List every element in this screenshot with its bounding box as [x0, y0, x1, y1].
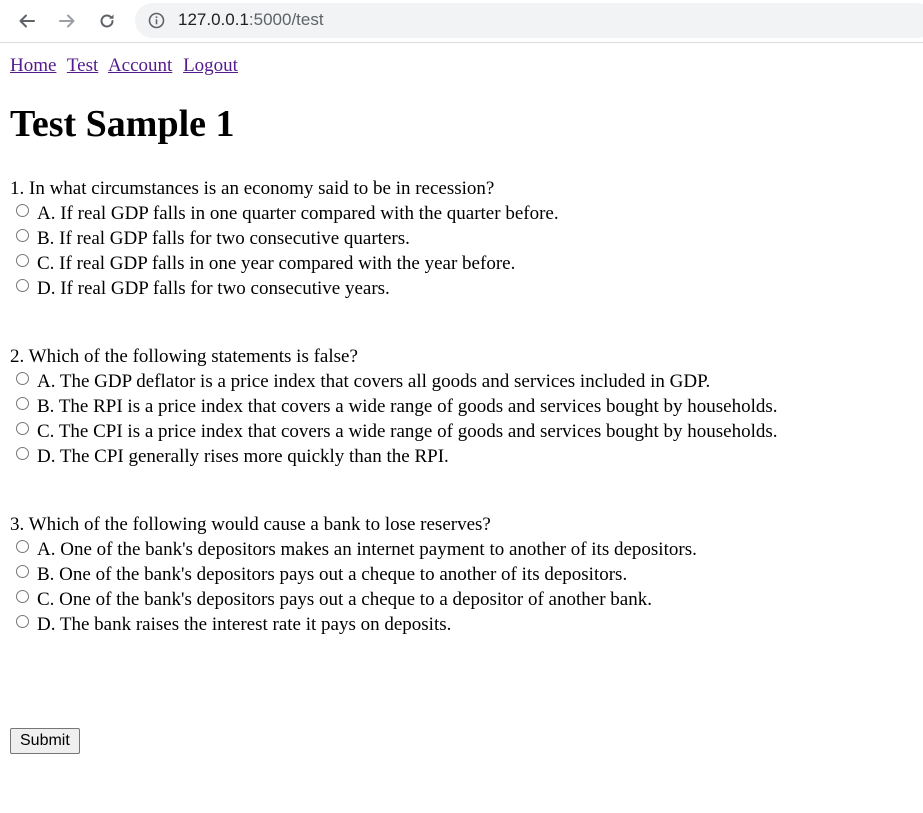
- radio-button[interactable]: [16, 397, 29, 410]
- question-2-option-a[interactable]: A. The GDP deflator is a price index tha…: [10, 369, 923, 394]
- question-3: 3. Which of the following would cause a …: [10, 512, 923, 637]
- question-1-text: 1. In what circumstances is an economy s…: [10, 178, 495, 199]
- arrow-left-icon: [19, 14, 35, 28]
- radio-button[interactable]: [16, 565, 29, 578]
- radio-button[interactable]: [16, 204, 29, 217]
- nav-link-test[interactable]: Test: [67, 55, 98, 76]
- reload-button[interactable]: [93, 7, 121, 35]
- question-1-option-d[interactable]: D. If real GDP falls for two consecutive…: [10, 276, 923, 301]
- radio-button[interactable]: [16, 372, 29, 385]
- reload-icon: [100, 14, 114, 28]
- submit-button[interactable]: Submit: [10, 728, 80, 754]
- page-content: Home Test Account Logout Test Sample 1 1…: [10, 44, 923, 813]
- question-1: 1. In what circumstances is an economy s…: [10, 176, 923, 301]
- option-label: A. One of the bank's depositors makes an…: [37, 539, 697, 560]
- question-2: 2. Which of the following statements is …: [10, 344, 923, 469]
- page-title: Test Sample 1: [10, 103, 235, 145]
- question-2-option-b[interactable]: B. The RPI is a price index that covers …: [10, 394, 923, 419]
- question-1-option-b[interactable]: B. If real GDP falls for two consecutive…: [10, 226, 923, 251]
- radio-button[interactable]: [16, 279, 29, 292]
- radio-button[interactable]: [16, 447, 29, 460]
- option-label: A. If real GDP falls in one quarter comp…: [37, 203, 559, 224]
- question-2-text: 2. Which of the following statements is …: [10, 346, 358, 367]
- radio-button[interactable]: [16, 615, 29, 628]
- option-label: C. If real GDP falls in one year compare…: [37, 253, 516, 274]
- browser-toolbar: 127.0.0.1:5000/test: [0, 0, 923, 43]
- radio-button[interactable]: [16, 540, 29, 553]
- option-label: B. If real GDP falls for two consecutive…: [37, 228, 410, 249]
- back-button[interactable]: [13, 7, 41, 35]
- url-text[interactable]: 127.0.0.1:5000/test: [178, 10, 324, 30]
- url-host: 127.0.0.1: [178, 10, 249, 29]
- radio-button[interactable]: [16, 422, 29, 435]
- option-label: B. The RPI is a price index that covers …: [37, 396, 778, 417]
- question-2-option-d[interactable]: D. The CPI generally rises more quickly …: [10, 444, 923, 469]
- option-label: D. If real GDP falls for two consecutive…: [37, 278, 390, 299]
- question-3-text: 3. Which of the following would cause a …: [10, 514, 491, 535]
- arrow-right-icon: [59, 14, 75, 28]
- url-path: :5000/test: [248, 10, 324, 29]
- nav-link-home[interactable]: Home: [10, 55, 56, 76]
- nav-link-account[interactable]: Account: [108, 55, 172, 76]
- option-label: A. The GDP deflator is a price index tha…: [37, 371, 711, 392]
- question-1-option-a[interactable]: A. If real GDP falls in one quarter comp…: [10, 201, 923, 226]
- question-3-option-b[interactable]: B. One of the bank's depositors pays out…: [10, 562, 923, 587]
- question-3-option-a[interactable]: A. One of the bank's depositors makes an…: [10, 537, 923, 562]
- radio-button[interactable]: [16, 254, 29, 267]
- address-bar[interactable]: 127.0.0.1:5000/test: [135, 3, 923, 38]
- forward-button[interactable]: [53, 7, 81, 35]
- question-3-option-d[interactable]: D. The bank raises the interest rate it …: [10, 612, 923, 637]
- question-3-option-c[interactable]: C. One of the bank's depositors pays out…: [10, 587, 923, 612]
- top-nav: Home Test Account Logout: [10, 54, 923, 78]
- radio-button[interactable]: [16, 229, 29, 242]
- nav-link-logout[interactable]: Logout: [183, 55, 238, 76]
- option-label: C. The CPI is a price index that covers …: [37, 421, 778, 442]
- question-1-option-c[interactable]: C. If real GDP falls in one year compare…: [10, 251, 923, 276]
- option-label: B. One of the bank's depositors pays out…: [37, 564, 628, 585]
- info-icon[interactable]: [148, 12, 165, 29]
- question-2-option-c[interactable]: C. The CPI is a price index that covers …: [10, 419, 923, 444]
- radio-button[interactable]: [16, 590, 29, 603]
- option-label: C. One of the bank's depositors pays out…: [37, 589, 652, 610]
- option-label: D. The CPI generally rises more quickly …: [37, 446, 449, 467]
- option-label: D. The bank raises the interest rate it …: [37, 614, 452, 635]
